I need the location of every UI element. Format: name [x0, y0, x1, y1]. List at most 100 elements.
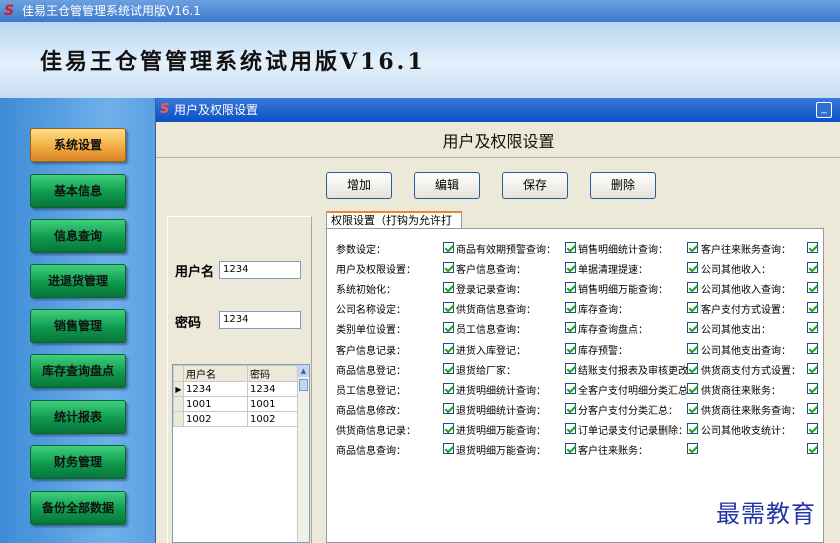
- nav-system-settings[interactable]: 系统设置: [30, 128, 126, 162]
- permission-checkbox[interactable]: [565, 343, 576, 354]
- permission-checkbox[interactable]: [443, 423, 454, 434]
- username-input[interactable]: 1234: [219, 261, 301, 279]
- permission-checkbox[interactable]: [807, 242, 818, 253]
- permission-checkbox[interactable]: [565, 302, 576, 313]
- permission-checkbox[interactable]: [807, 282, 818, 293]
- permission-label: 系统初始化：: [336, 285, 396, 296]
- permission-label: 客户支付方式设置：: [701, 305, 791, 316]
- save-button[interactable]: 保存: [502, 172, 568, 199]
- username-label: 用户名: [175, 265, 215, 280]
- permission-checkbox[interactable]: [687, 383, 698, 394]
- permission-checkbox[interactable]: [687, 242, 698, 253]
- permission-label: 退货明细统计查询：: [456, 406, 546, 417]
- table-cell[interactable]: 1001: [247, 396, 302, 412]
- nav-basic-info[interactable]: 基本信息: [30, 174, 126, 208]
- permission-checkbox[interactable]: [443, 242, 454, 253]
- permission-checkbox[interactable]: [687, 343, 698, 354]
- permission-checkbox[interactable]: [443, 262, 454, 273]
- user-permission-dialog: S 用户及权限设置 _ 用户及权限设置 增加 编辑 保存 删除 用户名 1234…: [155, 98, 840, 543]
- permission-label: 单据清理提速：: [578, 265, 648, 276]
- permission-checkbox[interactable]: [687, 282, 698, 293]
- permission-checkbox[interactable]: [807, 423, 818, 434]
- permission-label: 公司名称设定：: [336, 305, 406, 316]
- nav-reports[interactable]: 统计报表: [30, 400, 126, 434]
- permission-label: 客户信息查询：: [456, 265, 526, 276]
- permission-checkbox[interactable]: [565, 242, 576, 253]
- permission-checkbox[interactable]: [807, 403, 818, 414]
- row-header-corner: [173, 365, 184, 382]
- permission-checkbox[interactable]: [565, 363, 576, 374]
- permission-checkbox[interactable]: [687, 363, 698, 374]
- permission-checkbox[interactable]: [687, 322, 698, 333]
- permission-label: 库存查询：: [578, 305, 628, 316]
- password-input[interactable]: 1234: [219, 311, 301, 329]
- tab-permissions[interactable]: 权限设置（打钩为允许打开）: [326, 211, 462, 242]
- permission-label: 商品信息查询：: [336, 446, 406, 457]
- permission-checkbox[interactable]: [807, 322, 818, 333]
- permission-checkbox[interactable]: [565, 322, 576, 333]
- table-row[interactable]: 1001 1001: [173, 396, 302, 412]
- permission-checkbox[interactable]: [565, 262, 576, 273]
- add-button[interactable]: 增加: [326, 172, 392, 199]
- permission-checkbox[interactable]: [565, 423, 576, 434]
- permission-checkbox[interactable]: [807, 363, 818, 374]
- permission-checkbox[interactable]: [687, 262, 698, 273]
- permission-checkbox[interactable]: [807, 262, 818, 273]
- permission-checkbox[interactable]: [443, 383, 454, 394]
- permission-checkbox[interactable]: [565, 443, 576, 454]
- permission-label: 商品信息登记：: [336, 366, 406, 377]
- permission-checkbox[interactable]: [807, 343, 818, 354]
- nav-sales[interactable]: 销售管理: [30, 309, 126, 343]
- permission-checkbox[interactable]: [565, 403, 576, 414]
- column-header-username[interactable]: 用户名: [183, 365, 248, 382]
- permission-checkbox[interactable]: [807, 383, 818, 394]
- delete-button[interactable]: 删除: [590, 172, 656, 199]
- nav-backup[interactable]: 备份全部数据: [30, 491, 126, 525]
- app-title: 佳易王仓管管理系统试用版V16.1: [40, 49, 426, 75]
- nav-info-query[interactable]: 信息查询: [30, 219, 126, 253]
- permission-label: 公司其他支出：: [701, 325, 771, 336]
- table-row[interactable]: ▶ 1234 1234: [173, 381, 302, 397]
- row-header: [173, 396, 184, 412]
- app-logo-icon: S: [4, 3, 15, 19]
- nav-inventory[interactable]: 库存查询盘点: [30, 354, 126, 388]
- permission-checkbox[interactable]: [443, 443, 454, 454]
- column-header-password[interactable]: 密码: [247, 365, 302, 382]
- left-nav: 系统设置 基本信息 信息查询 进退货管理 销售管理 库存查询盘点 统计报表 财务…: [0, 98, 155, 543]
- permission-label: 商品信息修改：: [336, 406, 406, 417]
- table-cell[interactable]: 1002: [247, 411, 302, 427]
- scroll-thumb[interactable]: [299, 379, 308, 391]
- permission-label: 供货商信息记录：: [336, 426, 416, 437]
- permission-label: 全客户支付明细分类汇总: [578, 386, 688, 397]
- edit-button[interactable]: 编辑: [414, 172, 480, 199]
- permission-label: 供货商往来账务：: [701, 386, 781, 397]
- permission-checkbox[interactable]: [443, 302, 454, 313]
- permission-label: 分客户支付分类汇总：: [578, 406, 678, 417]
- permission-checkbox[interactable]: [443, 403, 454, 414]
- permission-checkbox[interactable]: [807, 302, 818, 313]
- permission-checkbox[interactable]: [687, 302, 698, 313]
- table-row[interactable]: 1002 1002: [173, 411, 302, 427]
- permission-checkbox[interactable]: [807, 443, 818, 454]
- minimize-icon[interactable]: _: [816, 102, 832, 118]
- permission-checkbox[interactable]: [443, 282, 454, 293]
- permission-checkbox[interactable]: [687, 443, 698, 454]
- permission-checkbox[interactable]: [565, 383, 576, 394]
- permission-checkbox[interactable]: [687, 423, 698, 434]
- scroll-up-icon[interactable]: ▲: [298, 365, 309, 377]
- current-row-indicator-icon: ▶: [173, 381, 184, 397]
- table-cell[interactable]: 1002: [183, 411, 248, 427]
- permission-checkbox[interactable]: [443, 363, 454, 374]
- permission-checkbox[interactable]: [443, 343, 454, 354]
- table-cell[interactable]: 1001: [183, 396, 248, 412]
- permission-checkbox[interactable]: [687, 403, 698, 414]
- table-cell[interactable]: 1234: [183, 381, 248, 397]
- nav-finance[interactable]: 财务管理: [30, 445, 126, 479]
- permission-checkbox[interactable]: [565, 282, 576, 293]
- nav-purchase-return[interactable]: 进退货管理: [30, 264, 126, 298]
- permission-checkbox[interactable]: [443, 322, 454, 333]
- permission-label: 登录记录查询：: [456, 285, 526, 296]
- permission-label: 用户及权限设置：: [336, 265, 416, 276]
- table-scrollbar[interactable]: ▲: [297, 365, 309, 542]
- table-cell[interactable]: 1234: [247, 381, 302, 397]
